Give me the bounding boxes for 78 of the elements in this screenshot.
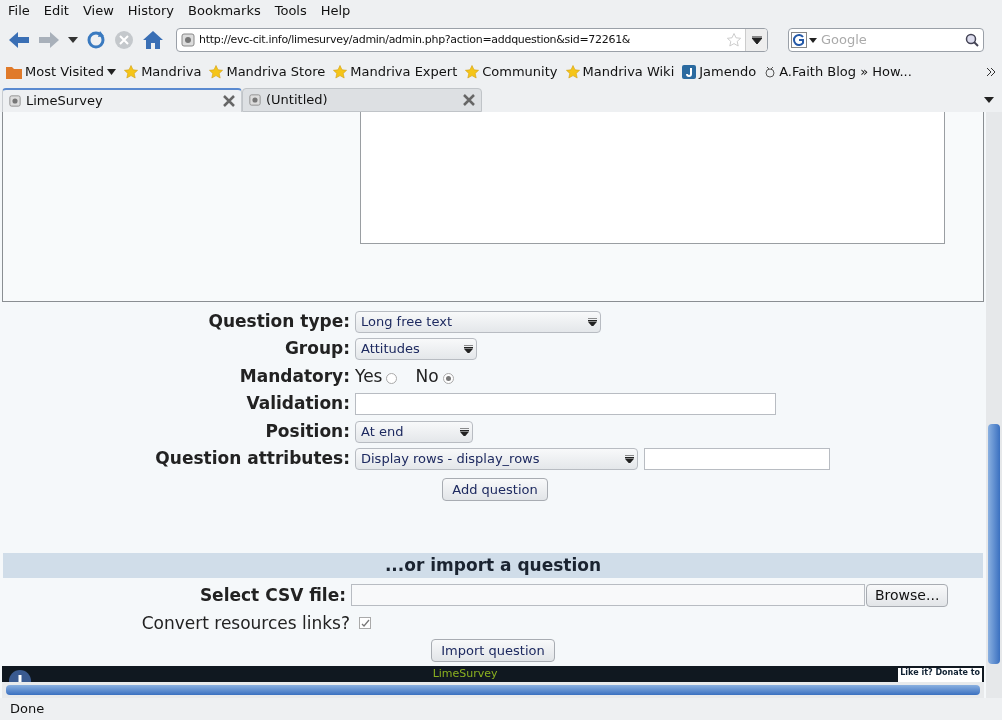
stop-icon: [114, 30, 134, 50]
field-label: Position:: [264, 419, 351, 443]
bookmark-item[interactable]: Jamendo: [682, 62, 757, 82]
field-label: Question type:: [207, 309, 351, 333]
menu-item[interactable]: Edit: [43, 1, 69, 21]
dropdown-arrow-icon: [460, 427, 469, 436]
star-outline-icon: [727, 33, 741, 47]
file-input[interactable]: [351, 584, 865, 607]
bookmark-item[interactable]: Mandriva: [124, 62, 202, 82]
status-text: Done: [10, 700, 45, 719]
menu-item[interactable]: Bookmarks: [188, 1, 261, 21]
bookmark-item[interactable]: Most Visited: [6, 62, 117, 82]
field-label: Question attributes:: [154, 447, 351, 471]
star-icon: [333, 65, 348, 79]
search-engine-icon[interactable]: [791, 32, 807, 48]
menu-item[interactable]: View: [82, 1, 114, 21]
field-label: Mandatory:: [238, 364, 351, 388]
caret-icon: [68, 37, 78, 43]
page-icon: [249, 94, 261, 106]
caret-icon: [107, 69, 117, 75]
menu-item[interactable]: Help: [320, 1, 351, 21]
smiley-icon: [764, 66, 777, 78]
import-question-button[interactable]: Import question: [431, 639, 555, 663]
field-label: Convert resources links?: [140, 611, 351, 635]
browser-tab[interactable]: (Untitled): [242, 88, 482, 112]
dropdown[interactable]: Attitudes: [355, 338, 477, 361]
bookmark-item[interactable]: Mandriva Wiki: [565, 62, 675, 82]
radio-button[interactable]: [442, 372, 454, 384]
field-label: Group:: [283, 337, 351, 361]
field-label: Validation:: [245, 392, 351, 416]
dropdown[interactable]: Display rows - display_rows: [355, 448, 638, 471]
folder-icon: [6, 65, 22, 79]
add-question-button[interactable]: Add question: [442, 478, 548, 502]
star-icon: [209, 65, 224, 79]
dropdown[interactable]: At end: [355, 420, 473, 443]
dropdown-arrow-icon: [464, 345, 473, 354]
dropdown-arrow-icon: [588, 317, 597, 326]
chevron-icon[interactable]: [986, 67, 996, 77]
radio-button[interactable]: [386, 372, 398, 384]
validation-input[interactable]: [355, 393, 776, 416]
search-icon: [965, 33, 979, 47]
menu-item[interactable]: History: [127, 1, 175, 21]
info-icon: [8, 669, 32, 683]
dropdown[interactable]: Long free text: [355, 310, 601, 333]
address-bar[interactable]: http://evc-cit.info/limesurvey/admin/admin.php?action=addquestion&sid=72261&: [176, 28, 768, 52]
page-icon: [9, 95, 21, 107]
logo-icon: [682, 65, 697, 79]
forward-arrow-icon: [38, 30, 60, 50]
section-heading: ...or import a question: [384, 554, 602, 578]
star-icon: [465, 65, 480, 79]
bookmark-item[interactable]: Community: [465, 62, 558, 82]
browse-button[interactable]: Browse...: [866, 583, 949, 607]
footer-title: LimeSurvey: [432, 667, 498, 682]
option-label: No: [415, 364, 439, 388]
close-icon: [223, 95, 235, 107]
dropdown-arrow-icon: [625, 455, 634, 464]
page-icon: [181, 33, 195, 47]
star-icon: [565, 65, 580, 79]
menu-item[interactable]: File: [8, 1, 30, 21]
caret-icon: [984, 97, 994, 103]
star-icon: [124, 65, 139, 79]
checkbox[interactable]: [359, 617, 371, 630]
home-icon: [142, 30, 164, 50]
attribute-input[interactable]: [644, 448, 830, 471]
bookmark-item[interactable]: Mandriva Expert: [333, 62, 458, 82]
option-label: Yes: [355, 364, 383, 388]
caret-icon: [809, 37, 817, 43]
donate-badge: Like it? Donate to: [898, 668, 982, 683]
browser-tab[interactable]: LimeSurvey: [2, 88, 242, 112]
menu-item[interactable]: Tools: [274, 1, 307, 21]
back-arrow-icon: [8, 30, 30, 50]
caret-icon: [751, 36, 762, 44]
reload-icon: [86, 30, 106, 50]
bookmark-item[interactable]: Mandriva Store: [209, 62, 326, 82]
history-dropdown-button[interactable]: [745, 29, 767, 51]
bookmark-item[interactable]: A.Faith Blog » How...: [764, 62, 912, 82]
close-icon: [463, 94, 475, 106]
field-label: Select CSV file:: [198, 583, 347, 607]
